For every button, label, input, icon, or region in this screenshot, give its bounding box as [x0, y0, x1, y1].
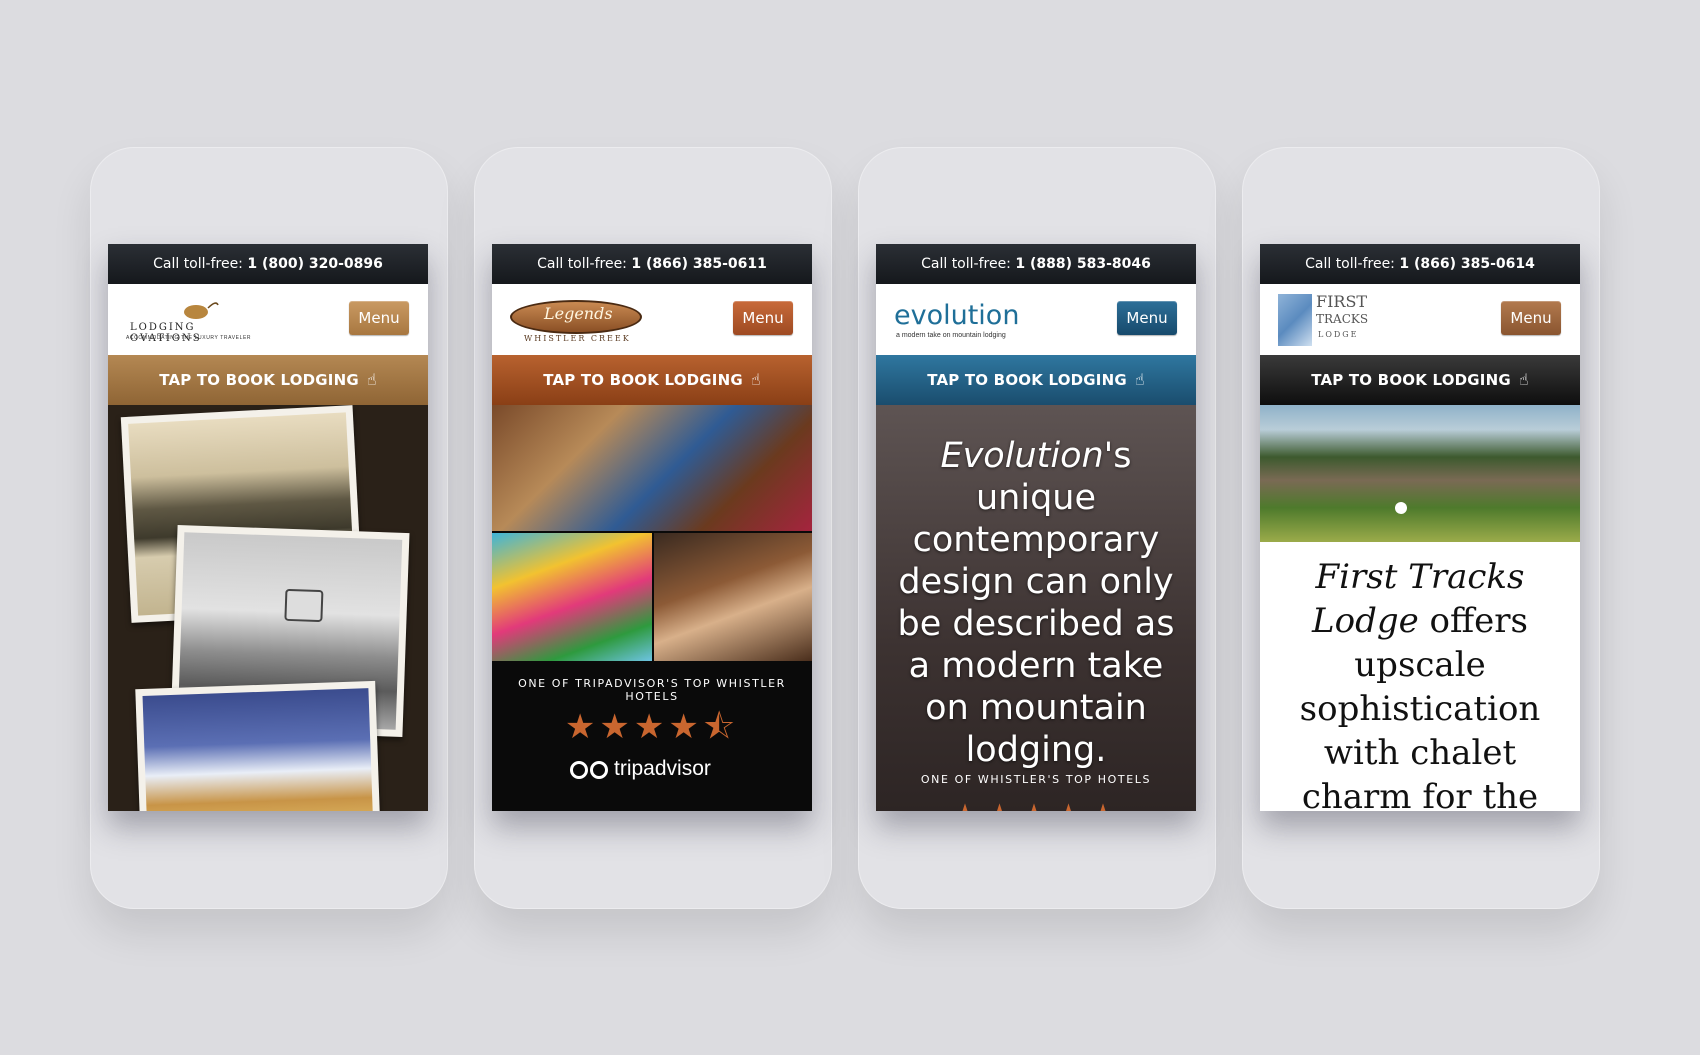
- hero-headline: First Tracks Lodge offers upscale sophis…: [1268, 555, 1572, 811]
- tripadvisor-wordmark: tripadvisor: [614, 757, 711, 780]
- phone-mockup-first-tracks: Call toll-free: 1 (866) 385-0614 FIRST T…: [1242, 147, 1600, 909]
- site-header: FIRST TRACKS LODGE Menu: [1260, 284, 1580, 355]
- tap-hand-icon: ☝: [750, 370, 761, 389]
- balloon-kid-photo: [492, 533, 652, 661]
- carousel-dot-active[interactable]: [1395, 502, 1407, 514]
- phone-screen: Call toll-free: 1 (800) 320-0896 LODGING…: [108, 244, 428, 811]
- menu-button[interactable]: Menu: [733, 301, 793, 335]
- book-label: TAP TO BOOK LODGING: [159, 371, 359, 389]
- menu-button[interactable]: Menu: [1117, 301, 1177, 335]
- star-icon: ★: [1053, 798, 1087, 811]
- owl-eyes-icon: [570, 759, 610, 783]
- phone-number-link[interactable]: 1 (800) 320-0896: [247, 256, 383, 272]
- toll-free-label: Call toll-free:: [1305, 256, 1400, 272]
- book-lodging-button[interactable]: TAP TO BOOK LODGING ☝: [108, 355, 428, 405]
- hero-collage: [108, 405, 428, 811]
- ski-tracks-icon: [1278, 294, 1312, 346]
- phone-mockup-legends: Call toll-free: 1 (866) 385-0611 Legends…: [474, 147, 832, 909]
- toll-free-bar: Call toll-free: 1 (888) 583-8046: [876, 244, 1196, 284]
- logo-tagline: a modern take on mountain lodging: [896, 332, 1006, 339]
- toll-free-bar: Call toll-free: 1 (866) 385-0611: [492, 244, 812, 284]
- book-label: TAP TO BOOK LODGING: [927, 371, 1127, 389]
- gondola-icon: [284, 588, 324, 623]
- rating-stars: ★★★★★: [876, 797, 1196, 811]
- star-icon: ★: [633, 708, 669, 746]
- toll-free-label: Call toll-free:: [153, 256, 248, 272]
- logo-line-2: TRACKS: [1316, 312, 1369, 326]
- menu-button[interactable]: Menu: [349, 301, 409, 335]
- tap-hand-icon: ☝: [366, 370, 377, 389]
- logo-line-1: FIRST: [1316, 292, 1368, 311]
- star-icon: ★: [668, 708, 703, 746]
- star-icon: ★: [564, 708, 600, 746]
- rating-stars: ★★★★⯪: [492, 703, 812, 760]
- toll-free-label: Call toll-free:: [537, 256, 632, 272]
- restaurant-crowd-photo: [654, 533, 812, 661]
- logo-tagline: ACCOMMODATING THE LUXURY TRAVELER: [126, 335, 252, 341]
- star-icon: ★: [1019, 798, 1053, 811]
- phone-screen: Call toll-free: 1 (866) 385-0614 FIRST T…: [1260, 244, 1580, 811]
- hero-headline: Evolution's unique contemporary design c…: [886, 435, 1186, 771]
- toll-free-bar: Call toll-free: 1 (800) 320-0896: [108, 244, 428, 284]
- star-icon: ★: [599, 708, 634, 746]
- logo-text: evolution: [894, 300, 1020, 331]
- tap-hand-icon: ☝: [1518, 370, 1529, 389]
- book-label: TAP TO BOOK LODGING: [1311, 371, 1511, 389]
- headline-text: 's unique contemporary design can only b…: [897, 436, 1175, 770]
- phone-screen: Call toll-free: 1 (888) 583-8046 evoluti…: [876, 244, 1196, 811]
- legends-logo[interactable]: Legends WHISTLER CREEK: [508, 294, 648, 346]
- tripadvisor-caption: ONE OF TRIPADVISOR'S TOP WHISTLER HOTELS: [518, 677, 786, 703]
- site-header: Legends WHISTLER CREEK Menu: [492, 284, 812, 355]
- hero-content: ONE OF TRIPADVISOR'S TOP WHISTLER HOTELS…: [492, 405, 812, 811]
- evolution-logo[interactable]: evolution a modern take on mountain lodg…: [892, 294, 1032, 346]
- tap-hand-icon: ☝: [1134, 370, 1145, 389]
- site-header: LODGING OVATIONS ACCOMMODATING THE LUXUR…: [108, 284, 428, 355]
- phone-mockup-lodging-ovations: Call toll-free: 1 (800) 320-0896 LODGING…: [90, 147, 448, 909]
- living-room-photo: [492, 405, 812, 531]
- star-icon: ★: [1088, 798, 1122, 811]
- whistler-caption: ONE OF WHISTLER'S TOP HOTELS: [920, 773, 1152, 786]
- hero-content: First Tracks Lodge offers upscale sophis…: [1260, 405, 1580, 811]
- book-lodging-button[interactable]: TAP TO BOOK LODGING ☝: [1260, 355, 1580, 405]
- logo-tagline: WHISTLER CREEK: [524, 334, 631, 343]
- phone-number-link[interactable]: 1 (866) 385-0614: [1399, 256, 1535, 272]
- site-header: evolution a modern take on mountain lodg…: [876, 284, 1196, 355]
- phone-screen: Call toll-free: 1 (866) 385-0611 Legends…: [492, 244, 812, 811]
- phone-number-link[interactable]: 1 (888) 583-8046: [1015, 256, 1151, 272]
- phone-number-link[interactable]: 1 (866) 385-0611: [631, 256, 767, 272]
- headline-emphasis: Evolution: [940, 436, 1104, 476]
- lodge-landscape-photo[interactable]: [1260, 405, 1580, 542]
- logo-text: Legends: [544, 304, 613, 323]
- hero-content: Evolution's unique contemporary design c…: [876, 405, 1196, 811]
- winter-village-photo: [135, 680, 381, 811]
- star-icon: ★: [984, 798, 1018, 811]
- lodging-ovations-logo[interactable]: LODGING OVATIONS ACCOMMODATING THE LUXUR…: [124, 294, 264, 346]
- toll-free-bar: Call toll-free: 1 (866) 385-0614: [1260, 244, 1580, 284]
- book-lodging-button[interactable]: TAP TO BOOK LODGING ☝: [492, 355, 812, 405]
- book-label: TAP TO BOOK LODGING: [543, 371, 743, 389]
- menu-button[interactable]: Menu: [1501, 301, 1561, 335]
- book-lodging-button[interactable]: TAP TO BOOK LODGING ☝: [876, 355, 1196, 405]
- phone-mockup-evolution: Call toll-free: 1 (888) 583-8046 evoluti…: [858, 147, 1216, 909]
- star-icon: ★: [950, 798, 984, 811]
- first-tracks-logo[interactable]: FIRST TRACKS LODGE: [1276, 292, 1369, 348]
- logo-line-3: LODGE: [1318, 330, 1359, 339]
- toll-free-label: Call toll-free:: [921, 256, 1016, 272]
- half-star-icon: ⯪: [702, 708, 740, 746]
- tripadvisor-logo[interactable]: tripadvisor: [570, 757, 740, 787]
